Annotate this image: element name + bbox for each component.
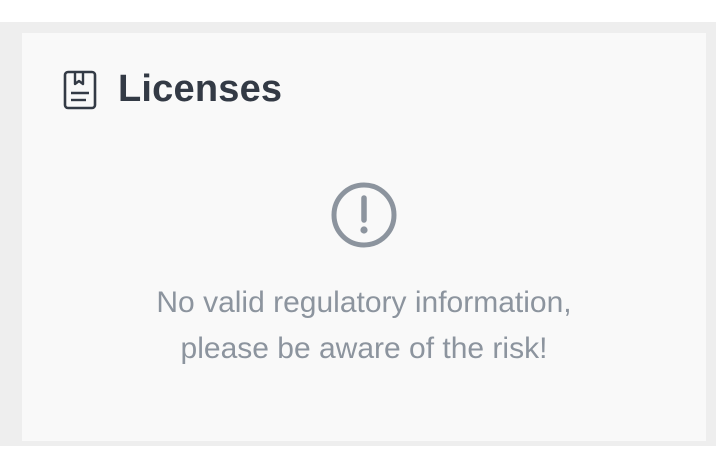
license-document-icon (62, 70, 98, 110)
empty-state-message: No valid regulatory information, please … (156, 280, 571, 372)
card-title: Licenses (118, 68, 283, 110)
empty-state-message-line-1: No valid regulatory information, (156, 286, 572, 319)
empty-state-message-line-2: please be aware of the risk! (180, 332, 548, 365)
licenses-card: Licenses No valid regulatory information… (22, 33, 706, 441)
card-header: Licenses (62, 68, 282, 111)
warning-circle-icon (330, 181, 398, 254)
page: Licenses No valid regulatory information… (0, 0, 728, 468)
empty-state: No valid regulatory information, please … (22, 181, 706, 372)
